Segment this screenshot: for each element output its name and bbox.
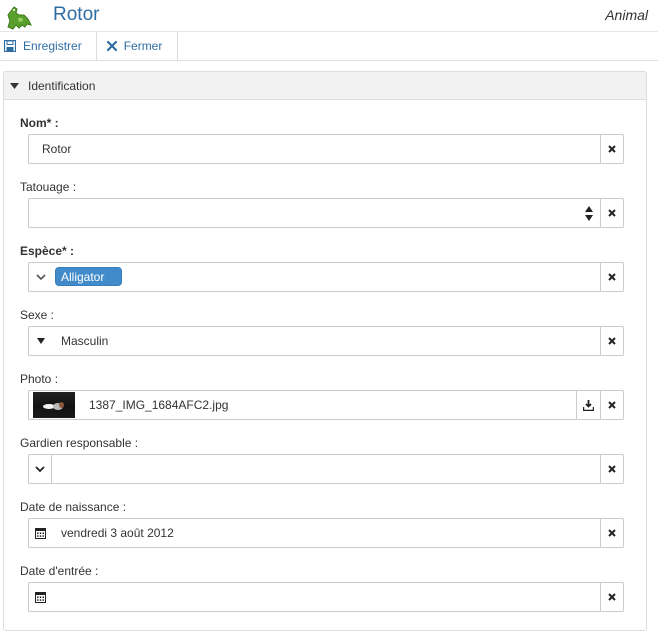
clear-x-icon <box>608 273 616 281</box>
nom-input[interactable]: Rotor <box>28 134 624 164</box>
panel-header[interactable]: Identification <box>4 72 646 100</box>
tatouage-input[interactable] <box>28 198 624 228</box>
page-title: Rotor <box>53 4 100 25</box>
sexe-label: Sexe : <box>20 308 55 322</box>
gardien-dropdown-toggle[interactable] <box>29 455 52 483</box>
clear-x-icon <box>608 209 616 217</box>
chevron-down-icon <box>35 273 46 280</box>
close-button[interactable]: Fermer <box>97 32 179 60</box>
spinner-down-icon <box>585 214 593 221</box>
gardien-label: Gardien responsable : <box>20 436 139 450</box>
nom-label: Nom* : <box>20 116 59 130</box>
sexe-dropdown-toggle[interactable] <box>29 327 52 355</box>
save-button-label: Enregistrer <box>23 39 82 53</box>
sexe-value: Masculin <box>61 334 109 348</box>
panel-title: Identification <box>28 78 96 93</box>
calendar-icon <box>35 592 46 603</box>
sexe-clear-button[interactable] <box>600 327 623 355</box>
naissance-clear-button[interactable] <box>600 519 623 547</box>
gardien-clear-button[interactable] <box>600 455 623 483</box>
nom-clear-button[interactable] <box>600 135 623 163</box>
naissance-value: vendredi 3 août 2012 <box>61 526 174 540</box>
tatouage-clear-button[interactable] <box>600 199 623 227</box>
entree-clear-button[interactable] <box>600 583 623 611</box>
toolbar: Enregistrer Fermer <box>0 32 658 61</box>
tatouage-label: Tatouage : <box>20 180 77 194</box>
nom-value: Rotor <box>42 142 72 156</box>
entree-date-input[interactable] <box>28 582 624 612</box>
spinner-up-icon <box>585 205 593 212</box>
close-button-label: Fermer <box>123 39 163 53</box>
naissance-calendar-button[interactable] <box>29 519 52 547</box>
download-icon <box>583 399 594 411</box>
page-header: Rotor Animal <box>0 0 658 32</box>
espece-select[interactable]: Alligator <box>28 262 624 292</box>
gardien-select[interactable] <box>28 454 624 484</box>
espece-label: Espèce* : <box>20 244 75 258</box>
clear-x-icon <box>608 529 616 537</box>
save-button[interactable]: Enregistrer <box>0 32 97 60</box>
clear-x-icon <box>608 593 616 601</box>
naissance-label: Date de naissance : <box>20 500 127 514</box>
entree-label: Date d'entrée : <box>20 564 99 578</box>
photo-download-button[interactable] <box>576 391 600 419</box>
dinosaur-icon <box>7 6 32 30</box>
calendar-icon <box>35 528 46 539</box>
espece-clear-button[interactable] <box>600 263 623 291</box>
photo-thumbnail[interactable] <box>33 392 75 418</box>
chevron-down-icon <box>35 465 45 472</box>
close-x-icon <box>106 41 117 51</box>
entree-calendar-button[interactable] <box>29 583 52 611</box>
photo-field[interactable]: 1387_IMG_1684AFC2.jpg <box>28 390 624 420</box>
photo-filename: 1387_IMG_1684AFC2.jpg <box>89 398 229 412</box>
tatouage-spinner[interactable] <box>584 201 594 225</box>
clear-x-icon <box>608 145 616 153</box>
clear-x-icon <box>608 465 616 473</box>
naissance-date-input[interactable]: vendredi 3 août 2012 <box>28 518 624 548</box>
clear-x-icon <box>608 337 616 345</box>
espece-dropdown-toggle[interactable] <box>29 263 52 291</box>
caret-down-icon <box>36 338 45 344</box>
entity-type-label: Animal <box>605 7 648 23</box>
espece-tag[interactable]: Alligator <box>55 267 122 286</box>
photo-clear-button[interactable] <box>600 391 623 419</box>
clear-x-icon <box>608 401 616 409</box>
photo-label: Photo : <box>20 372 59 386</box>
caret-down-icon <box>10 82 19 89</box>
sexe-select[interactable]: Masculin <box>28 326 624 356</box>
floppy-disk-icon <box>4 40 16 52</box>
